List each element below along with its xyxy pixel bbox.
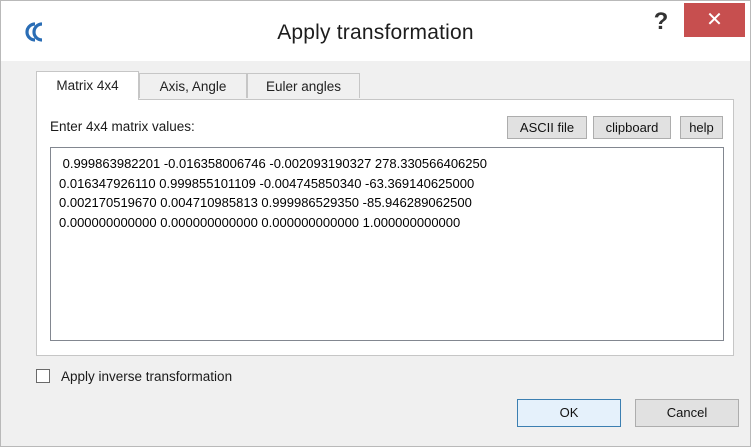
tab-matrix-4x4[interactable]: Matrix 4x4 <box>36 71 139 100</box>
ascii-file-button[interactable]: ASCII file <box>507 116 587 139</box>
apply-transformation-dialog: Apply transformation ? ✕ Matrix 4x4 Axis… <box>0 0 751 447</box>
clipboard-button[interactable]: clipboard <box>593 116 671 139</box>
tab-axis-angle[interactable]: Axis, Angle <box>139 73 247 98</box>
matrix-values-label: Enter 4x4 matrix values: <box>50 119 195 134</box>
apply-inverse-label[interactable]: Apply inverse transformation <box>61 369 232 384</box>
title-bar: Apply transformation ? ✕ <box>1 1 750 61</box>
apply-inverse-checkbox[interactable] <box>36 369 50 383</box>
cancel-button[interactable]: Cancel <box>635 399 739 427</box>
close-button[interactable]: ✕ <box>684 3 745 37</box>
ok-button[interactable]: OK <box>517 399 621 427</box>
matrix-tab-panel: Enter 4x4 matrix values: ASCII file clip… <box>36 99 734 356</box>
help-button[interactable]: help <box>680 116 723 139</box>
window-title: Apply transformation <box>277 21 474 44</box>
help-question-button[interactable]: ? <box>649 7 673 37</box>
matrix-text-area[interactable]: 0.999863982201 -0.016358006746 -0.002093… <box>50 147 724 341</box>
tab-euler-angles[interactable]: Euler angles <box>247 73 360 98</box>
close-icon: ✕ <box>706 9 723 31</box>
